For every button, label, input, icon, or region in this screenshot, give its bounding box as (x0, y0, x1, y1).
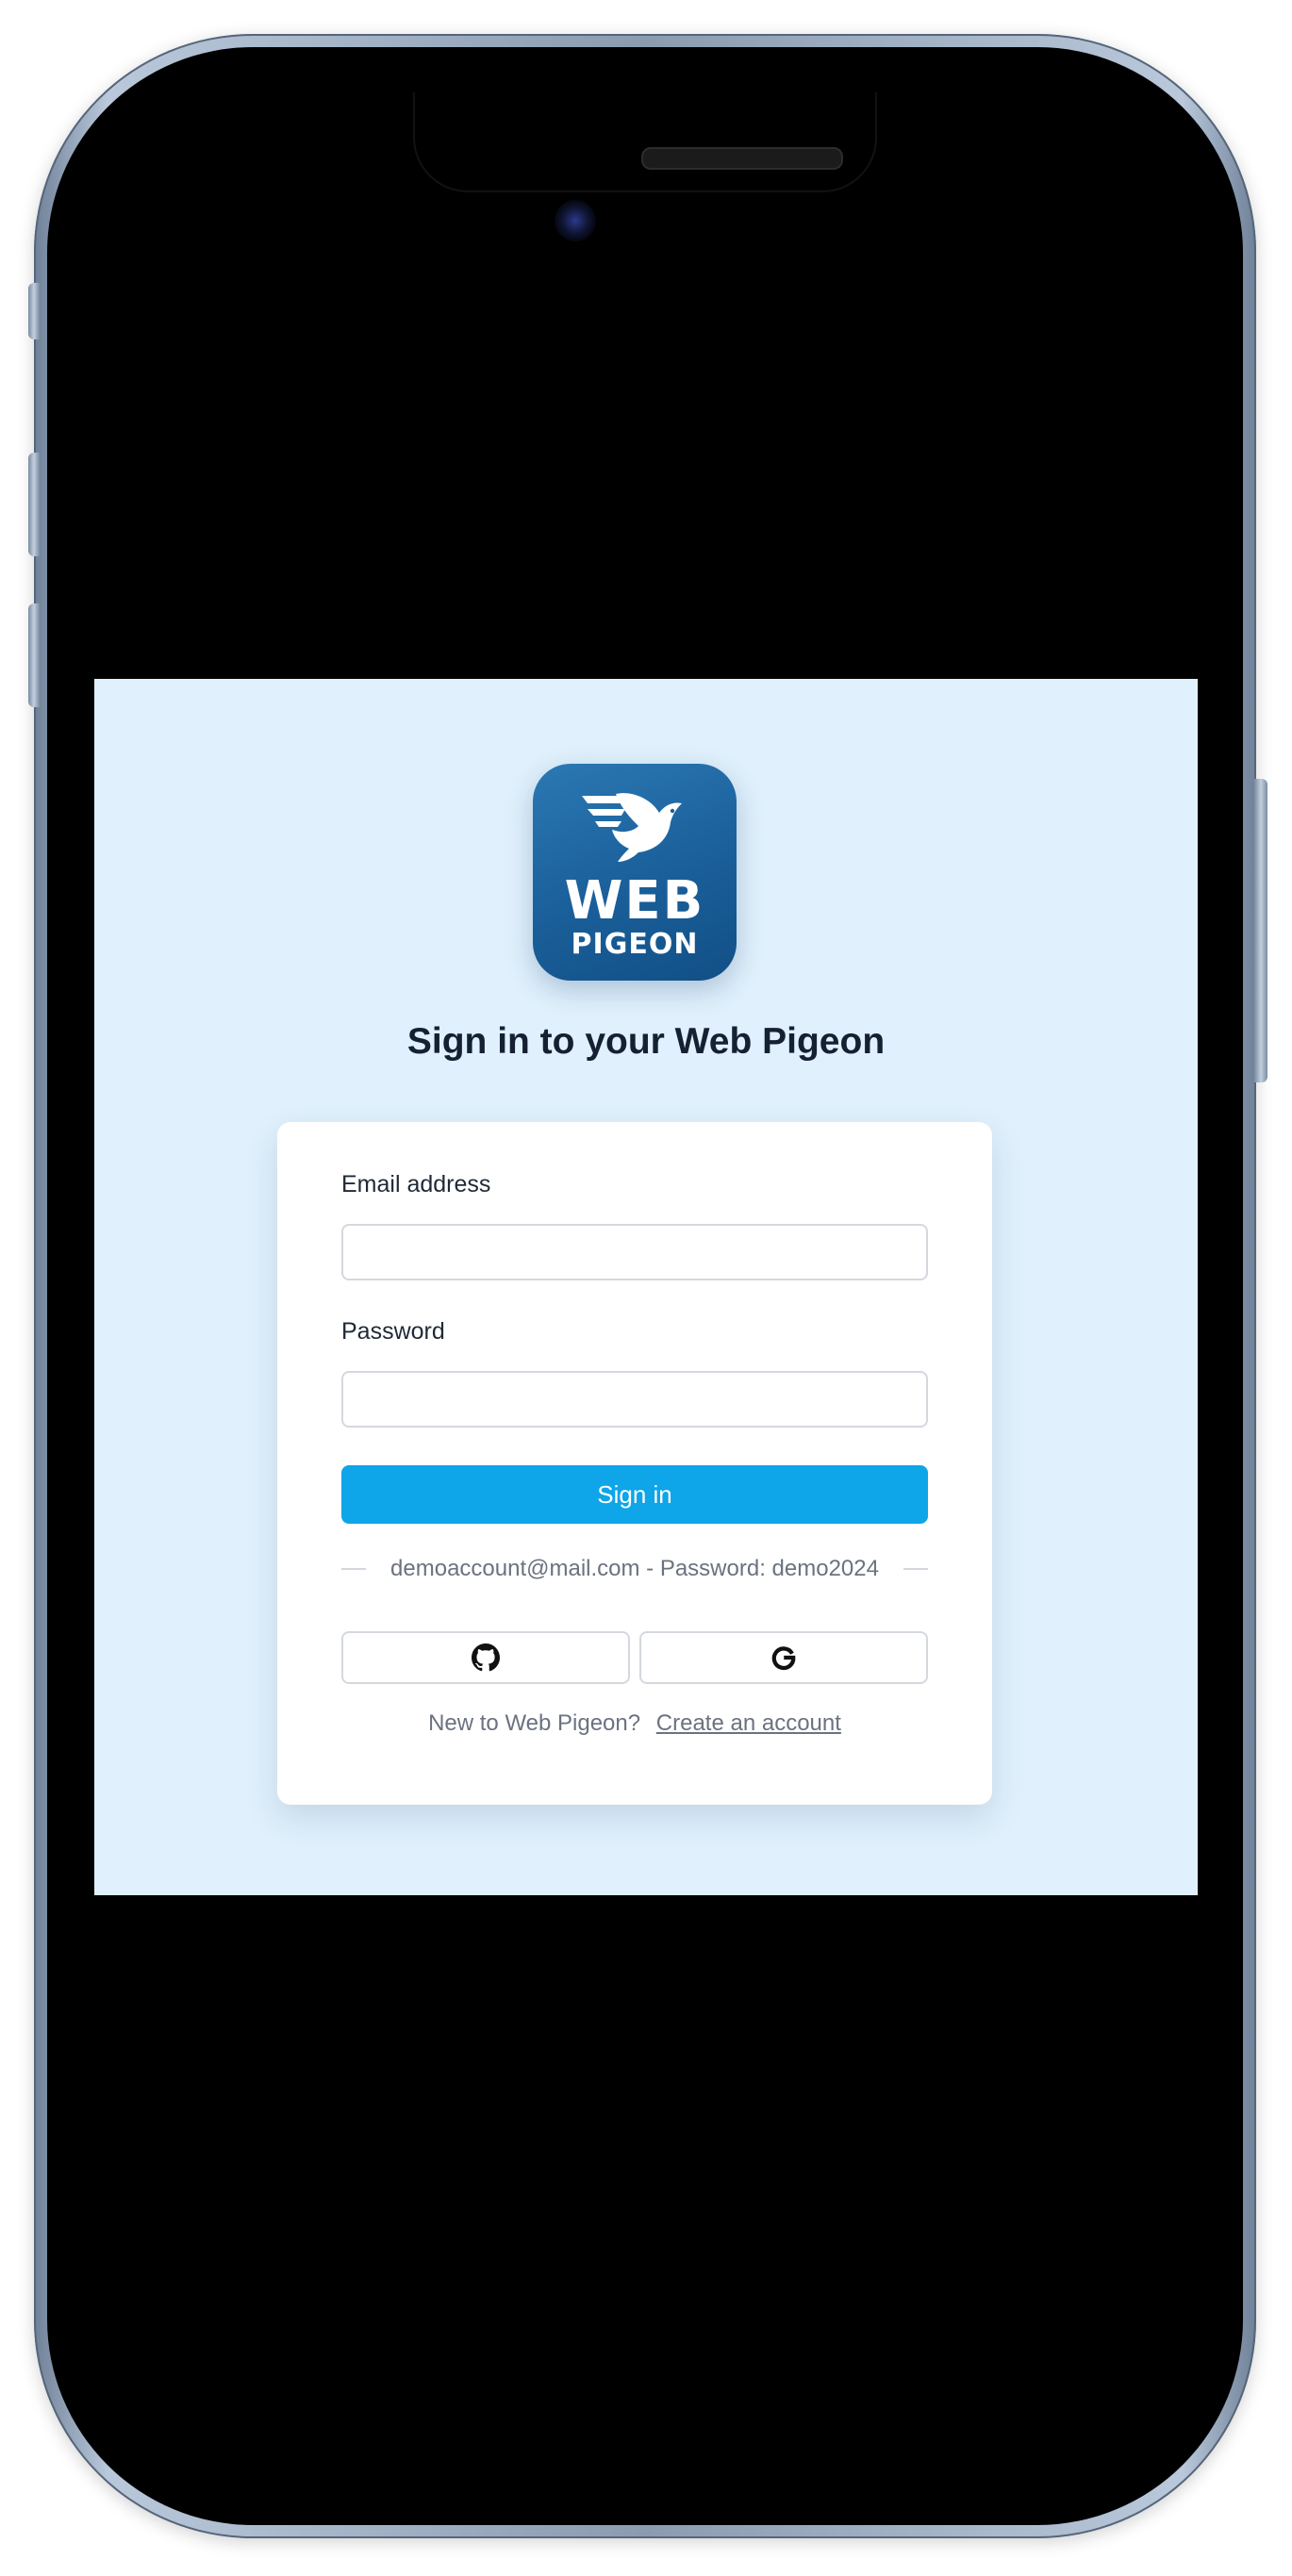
google-sign-in-button[interactable] (639, 1631, 928, 1684)
email-label: Email address (341, 1171, 491, 1197)
google-icon (771, 1646, 796, 1671)
divider-line-right (903, 1568, 928, 1570)
github-icon (472, 1643, 500, 1672)
logo-word-web: WEB (564, 870, 705, 932)
sign-in-button[interactable]: Sign in (341, 1465, 928, 1524)
phone-volume-up (28, 453, 40, 556)
phone-notch (415, 92, 875, 190)
phone-side-button (1254, 779, 1267, 1082)
demo-credentials-divider: demoaccount@mail.com - Password: demo202… (341, 1550, 928, 1588)
logo-word-pigeon: PIGEON (571, 928, 699, 961)
sign-in-card: Email address Password Sign in demoaccou… (277, 1122, 992, 1805)
page-title: Sign in to your Web Pigeon (406, 1021, 886, 1062)
demo-credentials-text: demoaccount@mail.com - Password: demo202… (390, 1556, 879, 1581)
phone-volume-down (28, 603, 40, 707)
app-logo: WEB PIGEON (533, 764, 737, 981)
password-label: Password (341, 1318, 445, 1345)
divider-line-left (341, 1568, 366, 1570)
phone-speaker (641, 147, 843, 170)
signup-prompt: New to Web Pigeon? (428, 1710, 641, 1736)
phone-mute-switch (28, 283, 40, 339)
camera-icon (555, 200, 596, 241)
signup-row: New to Web Pigeon? Create an account (277, 1710, 992, 1737)
github-sign-in-button[interactable] (341, 1631, 630, 1684)
sign-in-page: WEB PIGEON Sign in to your Web Pigeon Em… (94, 679, 1198, 1895)
pigeon-icon (582, 793, 682, 862)
email-field[interactable] (341, 1224, 928, 1280)
create-account-link[interactable]: Create an account (656, 1710, 841, 1736)
password-field[interactable] (341, 1371, 928, 1428)
